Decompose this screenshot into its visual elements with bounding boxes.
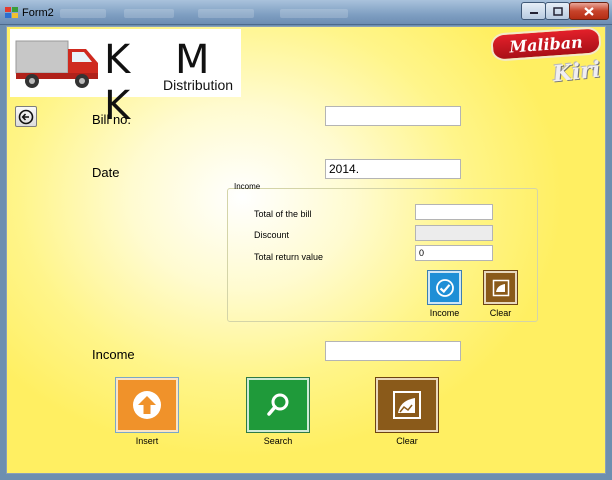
search-button[interactable] — [247, 378, 309, 432]
close-button[interactable] — [569, 2, 609, 20]
minimize-icon — [529, 12, 538, 14]
truck-icon — [15, 40, 98, 88]
arrow-left-circle-icon — [18, 109, 34, 124]
checkmark-icon — [435, 278, 454, 297]
minimize-button[interactable] — [521, 2, 546, 20]
magnifier-icon — [267, 393, 289, 416]
group-clear-label: Clear — [489, 308, 512, 318]
total-bill-label: Total of the bill — [254, 209, 312, 219]
date-label: Date — [92, 165, 120, 180]
bill-no-input[interactable] — [325, 106, 461, 126]
date-input[interactable]: 2014. — [325, 159, 461, 179]
income-button[interactable] — [428, 271, 461, 304]
income-label: Income — [92, 347, 135, 362]
title-bar: Form2 — [0, 0, 612, 25]
arrow-up-circle-icon — [133, 391, 161, 419]
eraser-icon — [492, 279, 509, 296]
window-title: Form2 — [22, 7, 54, 19]
close-icon — [584, 6, 594, 16]
return-value-input[interactable]: 0 — [415, 245, 493, 261]
logo-subtitle: Distribution — [163, 77, 234, 93]
maliban-logo-text: Maliban — [508, 31, 584, 57]
window-frame-bottom — [0, 474, 612, 480]
taskbar-ghost — [60, 9, 360, 19]
bill-no-label: Bill no. — [92, 112, 132, 127]
group-clear-button[interactable] — [484, 271, 517, 304]
kmk-logo-panel: K M K Distribution — [10, 29, 241, 129]
income-group-title: Income — [234, 182, 261, 191]
clear-label: Clear — [396, 436, 418, 446]
discount-label: Discount — [254, 230, 290, 240]
app-icon — [5, 7, 18, 18]
return-value-label: Total return value — [254, 252, 324, 262]
discount-input[interactable] — [415, 225, 493, 241]
maliban-logo: Maliban — [490, 26, 602, 62]
form-client-area: K M K Distribution Maliban Kiri Bill no.… — [6, 26, 606, 474]
total-bill-input[interactable] — [415, 204, 493, 220]
income-button-label: Income — [429, 308, 460, 318]
income-input[interactable] — [325, 341, 461, 361]
kiri-logo: Kiri — [551, 56, 602, 88]
eraser-icon — [393, 391, 421, 419]
back-button[interactable] — [15, 106, 37, 127]
maximize-icon — [552, 6, 563, 16]
maximize-button[interactable] — [545, 2, 570, 20]
income-groupbox: Income Total of the bill Discount Total … — [227, 182, 538, 322]
clear-button[interactable] — [376, 378, 438, 432]
insert-label: Insert — [135, 436, 159, 446]
insert-button[interactable] — [116, 378, 178, 432]
search-label: Search — [263, 436, 293, 446]
